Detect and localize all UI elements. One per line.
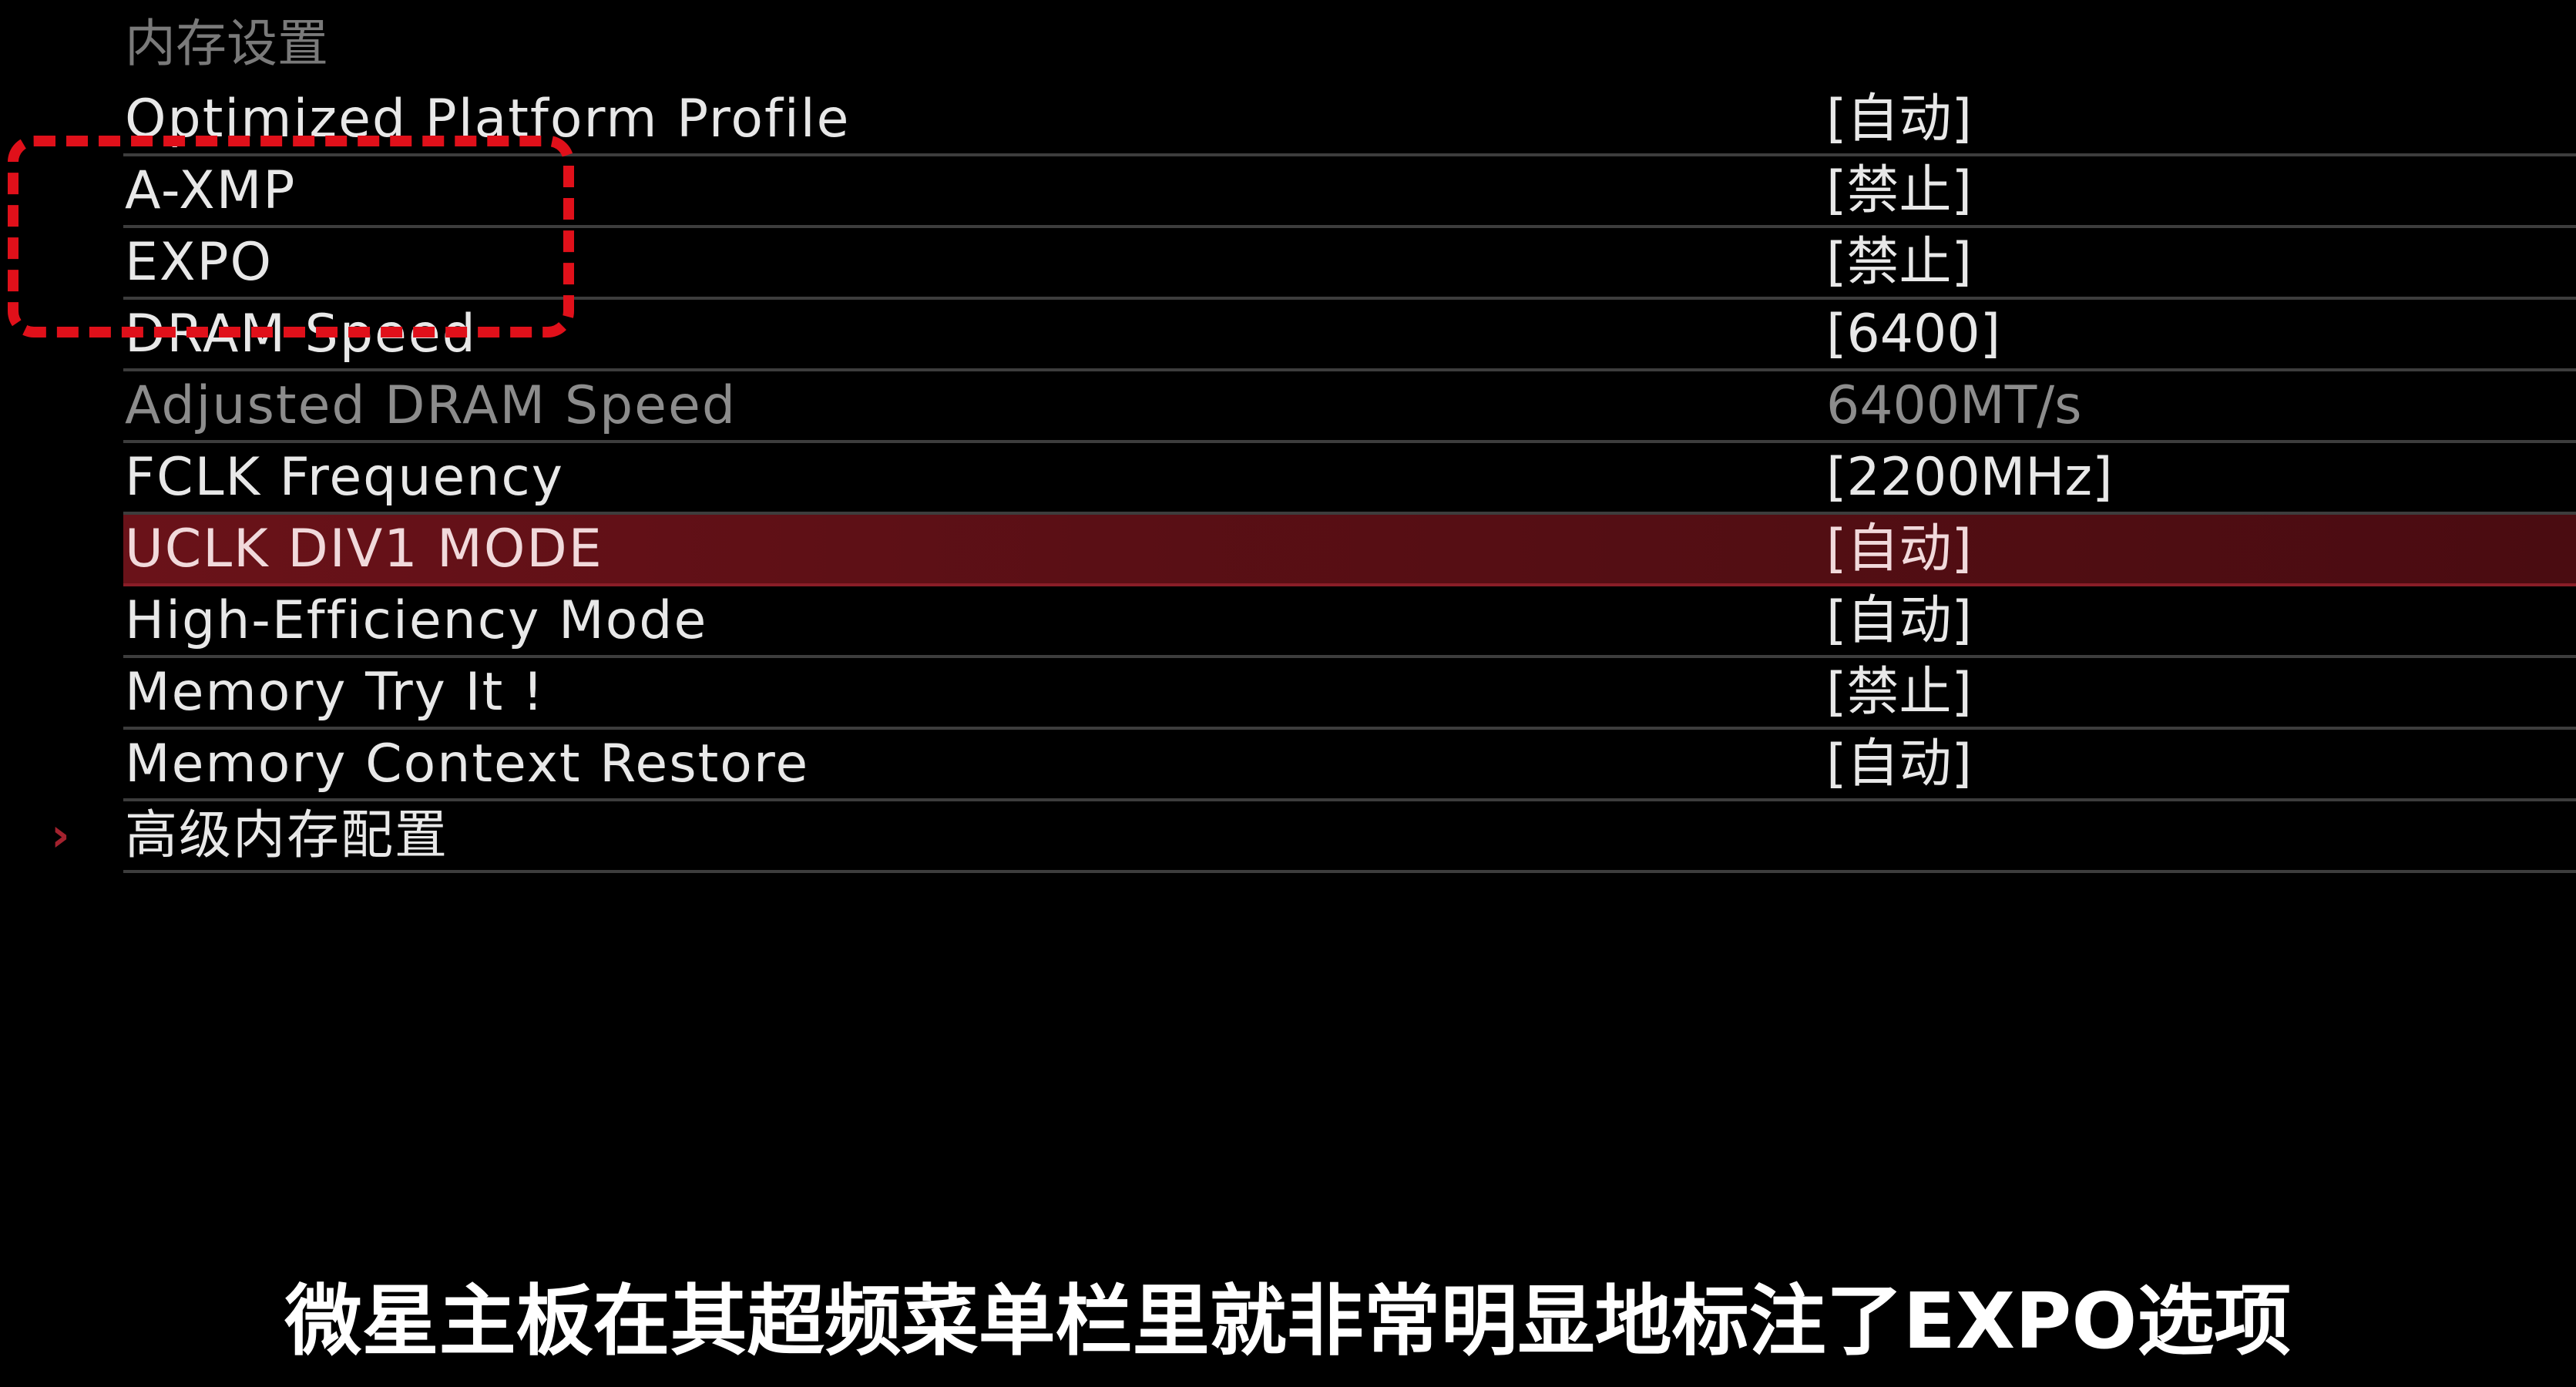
bios-memory-settings-screen: 内存设置 Optimized Platform Profile [自动] A-X… xyxy=(0,0,2576,1387)
row-value[interactable]: [2200MHz] xyxy=(1826,443,2113,512)
row-value[interactable]: [自动] xyxy=(1826,85,1972,153)
row-label: Optimized Platform Profile xyxy=(125,89,851,149)
row-a-xmp[interactable]: A-XMP [禁止] xyxy=(0,156,2576,228)
row-memory-try-it[interactable]: Memory Try It ! [禁止] xyxy=(0,658,2576,730)
row-value[interactable]: [禁止] xyxy=(1826,658,1972,727)
video-subtitle: 微星主板在其超频菜单栏里就非常明显地标注了EXPO选项 xyxy=(284,1276,2292,1366)
row-label: 高级内存配置 xyxy=(125,805,449,866)
row-value[interactable]: [禁止] xyxy=(1826,228,1972,297)
row-divider xyxy=(123,870,2576,873)
row-label: UCLK DIV1 MODE xyxy=(125,519,603,579)
row-value[interactable]: [自动] xyxy=(1826,515,1972,583)
row-label: DRAM Speed xyxy=(125,304,477,364)
chevron-right-icon: › xyxy=(51,808,70,862)
row-value[interactable]: [自动] xyxy=(1826,730,1972,798)
row-label: Adjusted DRAM Speed xyxy=(125,375,737,436)
row-value: 6400MT/s xyxy=(1826,375,2082,436)
row-uclk-div1-mode[interactable]: UCLK DIV1 MODE [自动] xyxy=(0,515,2576,586)
row-optimized-platform-profile[interactable]: Optimized Platform Profile [自动] xyxy=(0,85,2576,156)
row-adjusted-dram-speed: Adjusted DRAM Speed 6400MT/s xyxy=(0,371,2576,443)
row-label: FCLK Frequency xyxy=(125,447,564,508)
row-value[interactable]: [自动] xyxy=(1826,586,1972,655)
row-label: EXPO xyxy=(125,232,274,293)
row-value[interactable]: [禁止] xyxy=(1826,156,1972,225)
settings-list: Optimized Platform Profile [自动] A-XMP [禁… xyxy=(0,85,2576,873)
row-value[interactable]: [6400] xyxy=(1826,300,2000,368)
row-high-efficiency-mode[interactable]: High-Efficiency Mode [自动] xyxy=(0,586,2576,658)
row-expo[interactable]: EXPO [禁止] xyxy=(0,228,2576,300)
row-label: High-Efficiency Mode xyxy=(125,590,708,651)
row-label: Memory Try It ! xyxy=(125,662,546,723)
row-label: Memory Context Restore xyxy=(125,734,810,794)
row-label: A-XMP xyxy=(125,160,297,221)
row-memory-context-restore[interactable]: Memory Context Restore [自动] xyxy=(0,730,2576,801)
row-advanced-memory-config[interactable]: › 高级内存配置 xyxy=(0,801,2576,873)
row-fclk-frequency[interactable]: FCLK Frequency [2200MHz] xyxy=(0,443,2576,515)
section-title: 内存设置 xyxy=(125,14,328,73)
row-dram-speed[interactable]: DRAM Speed [6400] xyxy=(0,300,2576,371)
